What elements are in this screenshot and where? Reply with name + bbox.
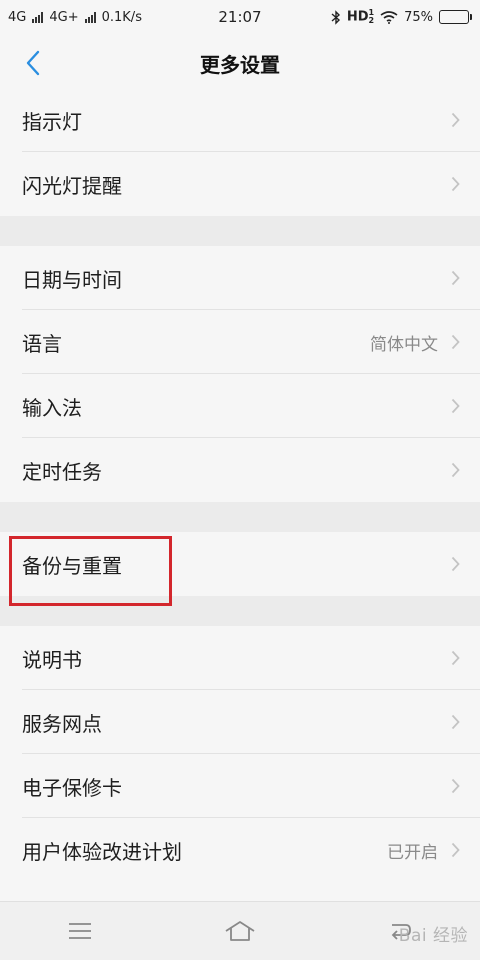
signal-icon-2 — [84, 11, 96, 23]
chevron-right-icon — [451, 310, 460, 374]
chevron-right-icon — [451, 88, 460, 152]
settings-list: 指示灯 闪光灯提醒 日期与时间 语言 简体中文 输入法 定时任务 备份与重置 说… — [0, 88, 480, 882]
group-separator — [0, 502, 480, 532]
battery-icon — [439, 10, 472, 24]
network-type-2: 4G+ — [49, 9, 79, 25]
chevron-right-icon — [451, 374, 460, 438]
item-value: 已开启 — [387, 842, 438, 863]
menu-button[interactable] — [50, 911, 110, 951]
item-label: 说明书 — [22, 647, 82, 672]
settings-item-service-outlets[interactable]: 服务网点 — [0, 690, 480, 754]
item-label: 定时任务 — [22, 459, 102, 484]
settings-item-e-warranty-card[interactable]: 电子保修卡 — [0, 754, 480, 818]
settings-item-scheduled-tasks[interactable]: 定时任务 — [0, 438, 480, 502]
settings-item-ux-improvement[interactable]: 用户体验改进计划 已开启 — [0, 818, 480, 882]
back-button[interactable] — [18, 48, 48, 78]
item-label: 语言 — [22, 331, 62, 356]
item-label: 闪光灯提醒 — [22, 173, 122, 198]
chevron-left-icon — [26, 50, 40, 76]
wifi-icon — [380, 10, 398, 24]
settings-item-language[interactable]: 语言 简体中文 — [0, 310, 480, 374]
nav-bar: 更多设置 — [0, 34, 480, 92]
chevron-right-icon — [451, 438, 460, 502]
status-right: HD 1 2 75% — [331, 9, 472, 25]
home-button[interactable] — [210, 911, 270, 951]
hd-sub: 2 — [368, 16, 375, 25]
battery-percent: 75% — [404, 9, 433, 25]
chevron-right-icon — [451, 246, 460, 310]
chevron-right-icon — [451, 818, 460, 882]
item-label: 电子保修卡 — [22, 775, 122, 800]
chevron-right-icon — [451, 626, 460, 690]
item-label: 日期与时间 — [22, 267, 122, 292]
item-label: 输入法 — [22, 395, 82, 420]
item-value: 简体中文 — [370, 334, 438, 355]
bluetooth-icon — [331, 9, 340, 25]
settings-item-manual[interactable]: 说明书 — [0, 626, 480, 690]
signal-icon — [32, 11, 44, 23]
watermark: Bai 经验 — [398, 926, 468, 946]
highlight-box — [9, 536, 172, 606]
hd-indicator: HD 1 2 — [347, 9, 374, 25]
status-bar: 4G 4G+ 0.1K/s 21:07 HD 1 2 75% — [0, 0, 480, 34]
menu-icon — [69, 923, 91, 939]
hd-text: HD — [346, 9, 369, 25]
item-label: 指示灯 — [22, 109, 82, 134]
chevron-right-icon — [451, 754, 460, 818]
settings-item-input-method[interactable]: 输入法 — [0, 374, 480, 438]
settings-item-date-time[interactable]: 日期与时间 — [0, 246, 480, 310]
chevron-right-icon — [451, 532, 460, 596]
network-speed: 0.1K/s — [101, 9, 142, 25]
settings-item-flash-reminder[interactable]: 闪光灯提醒 — [0, 152, 480, 216]
chevron-right-icon — [451, 690, 460, 754]
group-separator — [0, 216, 480, 246]
page-title: 更多设置 — [200, 52, 280, 77]
status-left: 4G 4G+ 0.1K/s — [8, 10, 142, 25]
chevron-right-icon — [451, 152, 460, 216]
item-label: 服务网点 — [22, 711, 102, 736]
network-type-1: 4G — [8, 9, 27, 25]
settings-item-indicator-light[interactable]: 指示灯 — [0, 88, 480, 152]
item-label: 用户体验改进计划 — [22, 839, 182, 864]
home-icon — [225, 921, 255, 941]
